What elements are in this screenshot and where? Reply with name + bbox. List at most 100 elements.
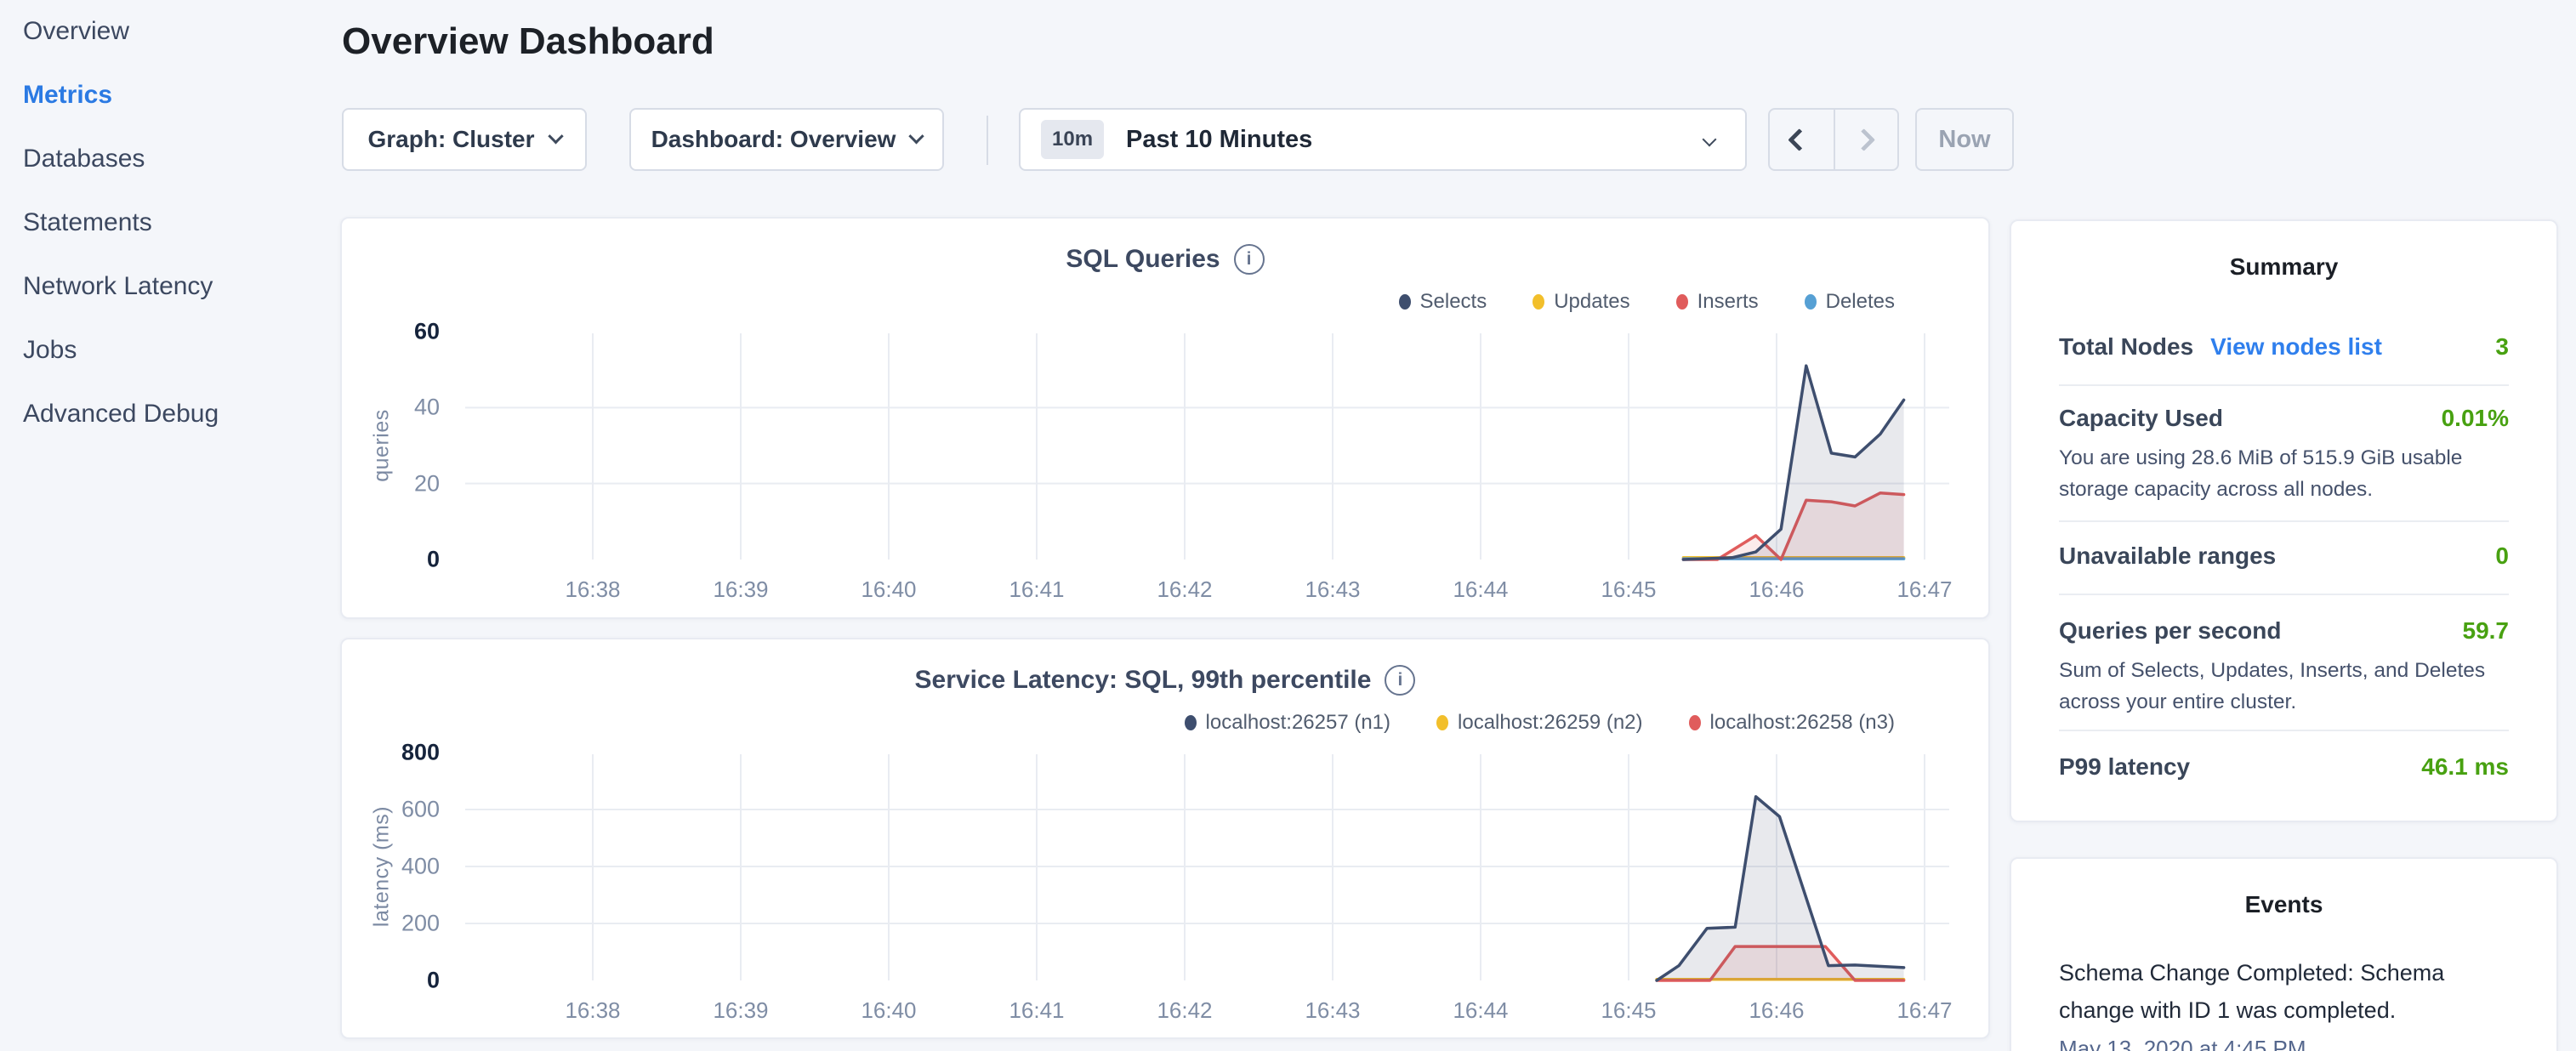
time-range-badge: 10m xyxy=(1041,120,1104,159)
summary-divider xyxy=(2059,384,2509,386)
next-interval-button[interactable] xyxy=(1834,110,1897,169)
x-tick-label: 16:44 xyxy=(1421,997,1540,1024)
x-tick-label: 16:46 xyxy=(1717,997,1836,1024)
sidebar-item-jobs[interactable]: Jobs xyxy=(23,338,340,363)
legend-label: Inserts xyxy=(1697,290,1759,314)
legend-label: Deletes xyxy=(1826,290,1895,314)
summary-row-value: 59.7 xyxy=(2463,617,2510,645)
legend-label: Updates xyxy=(1554,290,1629,314)
legend-label: localhost:26258 (n3) xyxy=(1710,711,1895,735)
sidebar-item-databases[interactable]: Databases xyxy=(23,146,340,172)
events-title: Events xyxy=(2011,891,2556,918)
legend-item: Updates xyxy=(1533,290,1629,314)
summary-row-value: 3 xyxy=(2495,333,2509,361)
chart-plot-area: queries 020406016:3816:3916:4016:4116:42… xyxy=(465,328,1949,563)
x-tick-label: 16:42 xyxy=(1125,997,1244,1024)
summary-row-label: P99 latency xyxy=(2059,753,2190,781)
legend-item: Selects xyxy=(1399,290,1487,314)
graph-scope-dropdown[interactable]: Graph: Cluster xyxy=(342,108,587,171)
legend-dot-icon xyxy=(1185,715,1197,730)
summary-row-label: Capacity Used xyxy=(2059,405,2223,432)
now-button[interactable]: Now xyxy=(1915,108,2014,171)
x-tick-label: 16:45 xyxy=(1569,577,1688,603)
summary-panel: Summary Total Nodes View nodes list 3 Capac… xyxy=(2010,219,2558,822)
time-step-buttons xyxy=(1768,108,1899,171)
x-tick-label: 16:40 xyxy=(829,577,948,603)
chart-plot-area: latency (ms) 020040060080016:3816:3916:4… xyxy=(465,749,1949,984)
sidebar-item-advanced-debug[interactable]: Advanced Debug xyxy=(23,401,340,427)
service-latency-chart-card: Service Latency: SQL, 99th percentile i … xyxy=(340,638,1990,1039)
summary-row-value: 0 xyxy=(2495,543,2509,570)
y-tick-label: 0 xyxy=(338,547,440,573)
info-icon[interactable]: i xyxy=(1234,244,1265,275)
y-tick-label: 400 xyxy=(338,854,440,880)
summary-row: Queries per second59.7 xyxy=(2059,617,2509,645)
chevron-down-icon xyxy=(1703,133,1717,147)
dashboard-dropdown-label: Dashboard: Overview xyxy=(651,126,896,153)
overview-dashboard-page: { "app": { "title": "Overview Dashboard"… xyxy=(0,0,2576,1051)
summary-row-label: Unavailable ranges xyxy=(2059,543,2276,570)
chevron-right-icon xyxy=(1852,128,1875,151)
y-tick-label: 40 xyxy=(338,395,440,421)
x-tick-label: 16:47 xyxy=(1865,997,1984,1024)
sidebar-nav: Overview Metrics Databases Statements Networ… xyxy=(0,0,340,1051)
previous-interval-button[interactable] xyxy=(1770,110,1834,169)
x-tick-label: 16:47 xyxy=(1865,577,1984,603)
sql-queries-chart-card: SQL Queries i Selects Updates Inserts Delet… xyxy=(340,217,1990,619)
sidebar-item-metrics[interactable]: Metrics xyxy=(23,82,340,108)
legend-item: Deletes xyxy=(1805,290,1895,314)
summary-divider xyxy=(2059,520,2509,522)
summary-title: Summary xyxy=(2011,253,2556,281)
chevron-left-icon xyxy=(1788,128,1811,151)
summary-row-value: 0.01% xyxy=(2442,405,2509,432)
legend-label: localhost:26257 (n1) xyxy=(1206,711,1390,735)
legend-item: localhost:26259 (n2) xyxy=(1436,711,1642,735)
x-tick-label: 16:42 xyxy=(1125,577,1244,603)
view-nodes-list-link[interactable]: View nodes list xyxy=(2210,333,2382,361)
y-tick-label: 800 xyxy=(338,740,440,766)
summary-row: Total Nodes View nodes list 3 xyxy=(2059,333,2509,361)
summary-divider xyxy=(2059,594,2509,595)
x-tick-label: 16:39 xyxy=(681,577,800,603)
y-tick-label: 60 xyxy=(338,319,440,345)
summary-row-label: Total Nodes xyxy=(2059,333,2193,361)
sidebar-item-statements[interactable]: Statements xyxy=(23,210,340,236)
sidebar-item-network-latency[interactable]: Network Latency xyxy=(23,274,340,299)
events-list: Schema Change Completed: Schema change w… xyxy=(2011,954,2556,1051)
legend-dot-icon xyxy=(1805,294,1817,310)
legend-dot-icon xyxy=(1689,715,1701,730)
chevron-down-icon xyxy=(909,128,924,144)
legend-dot-icon xyxy=(1436,715,1448,730)
legend-dot-icon xyxy=(1399,294,1411,310)
summary-row: Capacity Used 0.01% xyxy=(2059,405,2509,432)
summary-divider xyxy=(2059,730,2509,731)
summary-row: P99 latency46.1 ms xyxy=(2059,753,2509,781)
legend-label: Selects xyxy=(1420,290,1487,314)
legend-dot-icon xyxy=(1676,294,1688,310)
graph-scope-dropdown-label: Graph: Cluster xyxy=(367,126,534,153)
chart-title: SQL Queries xyxy=(1066,245,1220,274)
x-tick-label: 16:43 xyxy=(1273,577,1392,603)
x-tick-label: 16:40 xyxy=(829,997,948,1024)
chart-canvas[interactable] xyxy=(465,749,1949,984)
legend-item: localhost:26258 (n3) xyxy=(1689,711,1895,735)
chevron-down-icon xyxy=(548,128,563,144)
x-tick-label: 16:45 xyxy=(1569,997,1688,1024)
dashboard-dropdown[interactable]: Dashboard: Overview xyxy=(629,108,944,171)
legend-item: localhost:26257 (n1) xyxy=(1185,711,1390,735)
legend-item: Inserts xyxy=(1676,290,1759,314)
legend-dot-icon xyxy=(1533,294,1544,310)
chart-legend: localhost:26257 (n1) localhost:26259 (n2)… xyxy=(1185,711,1895,735)
y-tick-label: 600 xyxy=(338,797,440,823)
y-tick-label: 20 xyxy=(338,470,440,497)
info-icon[interactable]: i xyxy=(1385,665,1415,696)
sidebar-item-overview[interactable]: Overview xyxy=(23,19,340,44)
chart-canvas[interactable] xyxy=(465,328,1949,563)
x-tick-label: 16:44 xyxy=(1421,577,1540,603)
controls-divider xyxy=(987,116,988,165)
time-range-selector[interactable]: 10m Past 10 Minutes xyxy=(1019,108,1747,171)
event-message[interactable]: Schema Change Completed: Schema change w… xyxy=(2059,954,2509,1029)
x-tick-label: 16:38 xyxy=(533,997,652,1024)
events-panel: Events Schema Change Completed: Schema c… xyxy=(2010,857,2558,1051)
y-tick-label: 0 xyxy=(338,968,440,994)
